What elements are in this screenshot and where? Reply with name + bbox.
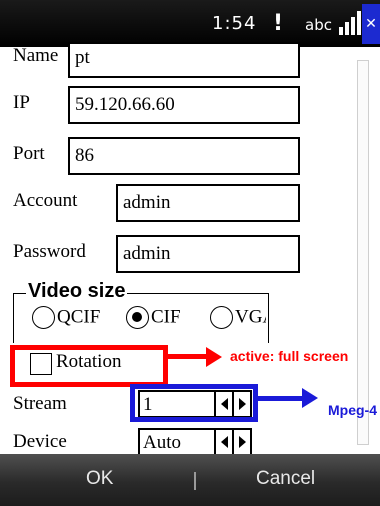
port-label: Port <box>13 143 45 164</box>
cancel-softkey[interactable]: Cancel <box>256 468 315 490</box>
device-label: Device <box>13 431 67 452</box>
blue-arrow-head-icon <box>302 388 318 408</box>
radio-cif[interactable]: CIF <box>126 306 198 332</box>
device-decrement[interactable] <box>214 430 232 454</box>
account-label: Account <box>13 190 78 211</box>
arrow-right-icon <box>239 436 246 448</box>
softkey-bar: OK Cancel <box>0 454 380 506</box>
softkey-divider <box>194 472 196 490</box>
close-icon[interactable]: ✕ <box>362 4 380 44</box>
device-spinner[interactable]: Auto <box>138 428 252 456</box>
status-bar: 1:54 ! abc ✕ <box>0 0 380 47</box>
device-value: Auto <box>143 432 181 453</box>
password-input[interactable]: admin <box>116 235 300 273</box>
device-increment[interactable] <box>232 430 250 454</box>
port-input[interactable]: 86 <box>68 137 300 175</box>
blue-annotation-note: Mpeg-4 <box>328 402 377 418</box>
radio-unselected-icon <box>210 306 233 330</box>
name-label: Name <box>13 45 59 66</box>
signal-strength-icon <box>339 11 363 35</box>
clock: 1:54 <box>212 13 257 34</box>
radio-vga[interactable]: VGA <box>210 306 266 332</box>
stream-highlight-box <box>130 384 258 422</box>
radio-unselected-icon <box>32 306 55 330</box>
red-arrow-line <box>168 354 208 359</box>
name-input[interactable]: pt <box>68 42 300 78</box>
account-input[interactable]: admin <box>116 184 300 222</box>
radio-selected-icon <box>126 306 149 330</box>
password-label: Password <box>13 241 86 262</box>
video-size-title: Video size <box>26 280 128 303</box>
ip-label: IP <box>13 92 30 113</box>
radio-label: CIF <box>151 306 181 328</box>
scrollbar[interactable] <box>357 60 369 445</box>
stream-label: Stream <box>13 393 67 414</box>
wifi-icon: ! <box>273 11 284 36</box>
red-arrow-head-icon <box>206 347 222 367</box>
radio-qcif[interactable]: QCIF <box>32 306 110 332</box>
blue-arrow-line <box>258 396 304 401</box>
input-mode-indicator[interactable]: abc <box>305 16 332 34</box>
rotation-highlight-box <box>10 345 168 387</box>
red-annotation-note: active: full screen <box>230 348 349 364</box>
radio-label: VGA <box>235 306 266 328</box>
radio-label: QCIF <box>57 306 101 328</box>
ip-input[interactable]: 59.120.66.60 <box>68 86 300 124</box>
arrow-left-icon <box>221 436 228 448</box>
ok-softkey[interactable]: OK <box>86 468 113 490</box>
